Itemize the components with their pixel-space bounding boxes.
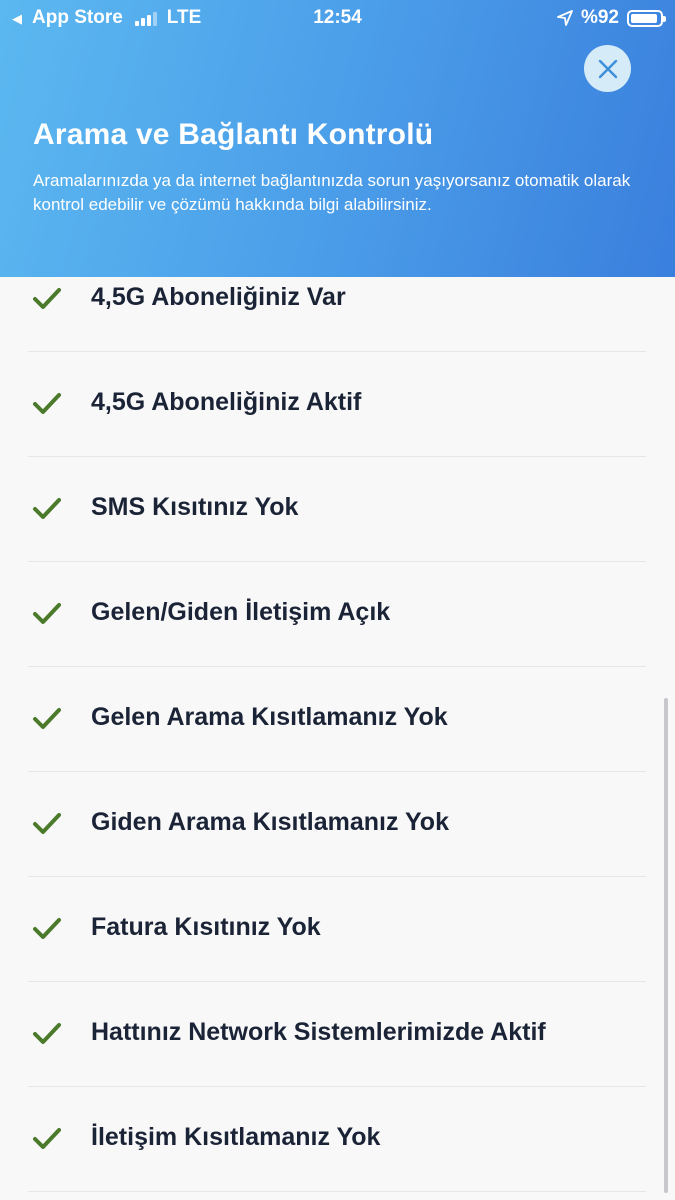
check-item: İletişim Kısıtlamanız Yok — [28, 1087, 646, 1192]
check-icon — [33, 918, 61, 939]
check-results-list: 4,5G Aboneliğiniz Var 4,5G Aboneliğiniz … — [28, 247, 646, 1192]
status-bar-right: %92 — [557, 7, 666, 29]
scrollbar[interactable] — [664, 698, 668, 1193]
check-label: SMS Kısıtınız Yok — [91, 493, 299, 521]
check-label: Hattınız Network Sistemlerimizde Aktif — [91, 1018, 546, 1046]
check-label: Fatura Kısıtınız Yok — [91, 913, 321, 941]
check-label: İletişim Kısıtlamanız Yok — [91, 1123, 381, 1151]
check-item: Gelen Arama Kısıtlamanız Yok — [28, 667, 646, 772]
check-item: Hattınız Network Sistemlerimizde Aktif — [28, 982, 646, 1087]
header: ◀ App Store LTE 12:54 %92 Arama ve Bağla… — [0, 0, 675, 277]
check-icon — [33, 603, 61, 624]
battery-fill — [631, 13, 657, 23]
close-icon — [598, 59, 617, 78]
battery-icon — [627, 9, 666, 27]
check-item: SMS Kısıtınız Yok — [28, 457, 646, 562]
close-button[interactable] — [584, 45, 631, 92]
check-item: 4,5G Aboneliğiniz Var — [28, 247, 646, 352]
check-label: Gelen/Giden İletişim Açık — [91, 598, 391, 626]
check-icon — [33, 1128, 61, 1149]
check-icon — [33, 1023, 61, 1044]
check-icon — [33, 498, 61, 519]
check-icon — [33, 813, 61, 834]
check-item: 4,5G Aboneliğiniz Aktif — [28, 352, 646, 457]
page-description: Aramalarınızda ya da internet bağlantını… — [33, 171, 631, 214]
check-item: Gelen/Giden İletişim Açık — [28, 562, 646, 667]
battery-percent: %92 — [580, 7, 619, 28]
check-label: 4,5G Aboneliğiniz Aktif — [91, 388, 362, 416]
check-icon — [33, 708, 61, 729]
check-label: Gelen Arama Kısıtlamanız Yok — [91, 703, 448, 731]
check-label: Giden Arama Kısıtlamanız Yok — [91, 808, 449, 836]
check-item: Giden Arama Kısıtlamanız Yok — [28, 772, 646, 877]
page-title: Arama ve Bağlantı Kontrolü — [33, 118, 434, 151]
status-bar: ◀ App Store LTE 12:54 %92 — [0, 0, 675, 36]
check-label: 4,5G Aboneliğiniz Var — [91, 283, 346, 311]
check-icon — [33, 393, 61, 414]
check-icon — [33, 288, 61, 309]
location-icon — [557, 10, 573, 26]
check-item: Fatura Kısıtınız Yok — [28, 877, 646, 982]
